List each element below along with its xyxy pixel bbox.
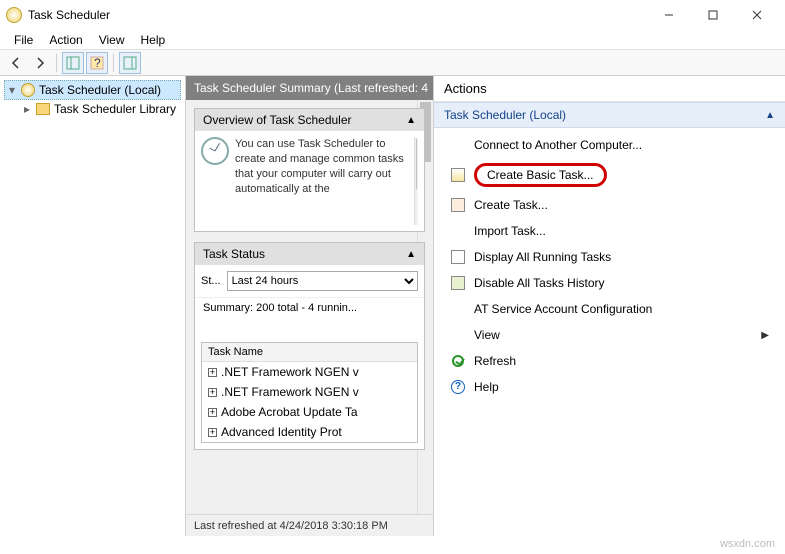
actions-pane: Actions Task Scheduler (Local) ▲ Connect… [434, 76, 785, 536]
task-icon [450, 197, 466, 213]
expand-icon[interactable]: + [208, 428, 217, 437]
table-row[interactable]: +Advanced Identity Prot [202, 422, 417, 442]
task-status-section: Task Status ▲ St... Last 24 hours Summar… [194, 242, 425, 450]
collapse-icon[interactable]: ▾ [7, 83, 17, 97]
overview-section: Overview of Task Scheduler ▲ You can use… [194, 108, 425, 232]
status-summary: Summary: 200 total - 4 runnin... [195, 297, 424, 322]
toolbar-separator [56, 54, 57, 72]
wizard-icon [450, 167, 466, 183]
task-status-header[interactable]: Task Status ▲ [195, 243, 424, 265]
history-icon [450, 275, 466, 291]
action-create-basic-task[interactable]: Create Basic Task... [434, 158, 785, 192]
action-view[interactable]: View ▶ [434, 322, 785, 348]
tree-task-scheduler-local[interactable]: ▾ Task Scheduler (Local) [4, 80, 181, 100]
tree-task-scheduler-library[interactable]: ▸ Task Scheduler Library [4, 100, 181, 118]
table-row[interactable]: +.NET Framework NGEN v [202, 362, 417, 382]
blank-icon [450, 137, 466, 153]
summary-header: Task Scheduler Summary (Last refreshed: … [186, 76, 433, 100]
app-icon [6, 7, 22, 23]
expand-icon[interactable]: + [208, 368, 217, 377]
overview-title: Overview of Task Scheduler [203, 113, 352, 127]
table-row[interactable]: +.NET Framework NGEN v [202, 382, 417, 402]
show-hide-tree-button[interactable] [62, 52, 84, 74]
refresh-icon [450, 353, 466, 369]
tree-node-label: Task Scheduler (Local) [39, 83, 161, 97]
minimize-button[interactable] [647, 1, 691, 29]
help-button[interactable]: ? [86, 52, 108, 74]
action-refresh[interactable]: Refresh [434, 348, 785, 374]
title-bar: Task Scheduler [0, 0, 785, 30]
menu-bar: File Action View Help [0, 30, 785, 50]
svg-text:?: ? [94, 56, 101, 70]
annotation-highlight: Create Basic Task... [474, 163, 607, 187]
maximize-button[interactable] [691, 1, 735, 29]
tree-node-label: Task Scheduler Library [54, 102, 176, 116]
folder-icon [36, 103, 50, 115]
last-refreshed-status: Last refreshed at 4/24/2018 3:30:18 PM [186, 514, 433, 536]
actions-scope-label: Task Scheduler (Local) [444, 108, 566, 122]
menu-view[interactable]: View [91, 31, 133, 49]
action-create-task[interactable]: Create Task... [434, 192, 785, 218]
action-help[interactable]: ? Help [434, 374, 785, 400]
blank-icon [450, 223, 466, 239]
actions-title: Actions [434, 76, 785, 102]
action-disable-history[interactable]: Disable All Tasks History [434, 270, 785, 296]
menu-file[interactable]: File [6, 31, 41, 49]
action-at-service[interactable]: AT Service Account Configuration [434, 296, 785, 322]
overview-text: You can use Task Scheduler to create and… [235, 137, 408, 225]
actions-scope-header[interactable]: Task Scheduler (Local) ▲ [434, 102, 785, 128]
chevron-up-icon[interactable]: ▲ [406, 115, 416, 126]
submenu-arrow-icon: ▶ [761, 330, 769, 341]
status-range-select[interactable]: Last 24 hours [227, 271, 418, 291]
navigation-tree: ▾ Task Scheduler (Local) ▸ Task Schedule… [0, 76, 186, 536]
chevron-up-icon[interactable]: ▲ [406, 249, 416, 260]
help-icon: ? [450, 379, 466, 395]
show-hide-action-button[interactable] [119, 52, 141, 74]
overview-scrollbar[interactable] [414, 137, 418, 225]
table-row[interactable]: +Adobe Acrobat Update Ta [202, 402, 417, 422]
summary-pane: Task Scheduler Summary (Last refreshed: … [186, 76, 434, 536]
window-controls [647, 1, 779, 29]
clock-icon [201, 137, 229, 165]
menu-action[interactable]: Action [41, 31, 90, 49]
action-display-running[interactable]: Display All Running Tasks [434, 244, 785, 270]
toolbar: ? [0, 50, 785, 76]
expand-icon[interactable]: ▸ [22, 102, 32, 116]
overview-header[interactable]: Overview of Task Scheduler ▲ [195, 109, 424, 131]
action-import-task[interactable]: Import Task... [434, 218, 785, 244]
chevron-up-icon[interactable]: ▲ [765, 110, 775, 121]
scheduler-icon [21, 83, 35, 97]
forward-button[interactable] [29, 52, 51, 74]
blank-icon [450, 301, 466, 317]
back-button[interactable] [5, 52, 27, 74]
expand-icon[interactable]: + [208, 408, 217, 417]
menu-help[interactable]: Help [133, 31, 174, 49]
toolbar-separator [113, 54, 114, 72]
task-status-title: Task Status [203, 247, 265, 261]
window-title: Task Scheduler [28, 8, 647, 22]
blank-icon [450, 327, 466, 343]
expand-icon[interactable]: + [208, 388, 217, 397]
list-icon [450, 249, 466, 265]
task-name-column[interactable]: Task Name [202, 343, 417, 362]
status-label: St... [201, 275, 221, 287]
close-button[interactable] [735, 1, 779, 29]
action-connect[interactable]: Connect to Another Computer... [434, 132, 785, 158]
watermark: wsxdn.com [720, 538, 775, 550]
